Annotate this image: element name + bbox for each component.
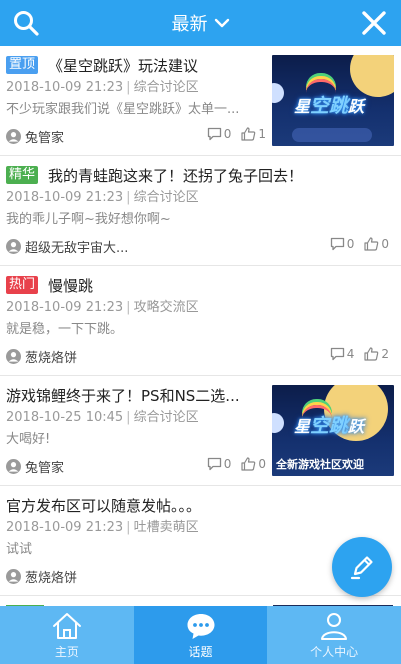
thumbs-up-icon [364,237,379,251]
post-thumbnail[interactable]: 星空跳跃 [272,55,394,146]
search-icon[interactable] [12,9,40,37]
user-icon [6,568,21,584]
chevron-down-icon [214,18,229,28]
comment-count[interactable]: 4 [330,347,354,361]
post-forum: 攻略交流区 [133,300,199,315]
post-time: 21:23 [85,520,124,535]
tab-label: 个人中心 [310,644,359,659]
user-icon [6,238,21,254]
hot-badge: 热门 [6,276,39,294]
tab-topics[interactable]: 话题 [133,606,268,664]
post-time: 21:23 [85,190,124,205]
post-author[interactable]: 超级无敌宇宙大... [25,237,128,256]
pinned-badge: 置顶 [6,56,39,74]
post-author[interactable]: 兔管家 [25,127,64,146]
like-count[interactable]: 1 [241,127,266,141]
post-title: 我的青蛙跑这来了！还拐了兔子回去！ [48,166,304,185]
like-count[interactable]: 0 [241,457,266,471]
post-forum: 吐槽卖萌区 [133,520,199,535]
page-title: 最新 [171,14,208,35]
thumbnail-logo: 星空跳跃 [294,415,365,437]
post-time: 10:45 [85,410,124,425]
post-thumbnail[interactable]: 星空跳跃 全新游戏社区欢迎 [272,385,394,476]
post-forum: 综合讨论区 [133,190,199,205]
featured-badge: 精华 [6,166,39,184]
post-author[interactable]: 兔管家 [25,457,64,476]
post-excerpt: 不少玩家跟我们说《星空跳跃》太单一... [6,102,240,117]
comment-count[interactable]: 0 [207,457,231,471]
bottom-tab-bar: 主页 话题 个人中心 [0,606,401,664]
comment-icon [207,457,221,471]
post-forum: 综合讨论区 [133,80,199,95]
post-date: 2018-10-25 [6,410,82,425]
close-icon[interactable] [361,10,387,36]
tab-label: 主页 [54,644,79,659]
user-icon [6,458,21,474]
post-time: 21:23 [85,300,124,315]
tab-home[interactable]: 主页 [0,606,134,664]
post-excerpt: 我的乖儿子啊~我好想你啊~ [6,212,171,227]
person-icon [321,612,348,640]
thumbs-up-icon [241,127,256,141]
post-item[interactable]: 置顶 《星空跳跃》玩法建议 2018-10-09 21:23 | 综合讨论区 不少玩… [0,46,401,156]
comment-icon [330,237,344,251]
tab-profile[interactable]: 个人中心 [267,606,401,664]
post-forum: 综合讨论区 [133,410,199,425]
thumbs-up-icon [364,347,379,361]
tab-label: 话题 [188,644,213,659]
post-title: 游戏锦鲤终于来了！PS和NS二选... [6,386,240,405]
compose-button[interactable] [332,537,392,597]
top-bar: 最新 [0,0,401,46]
post-excerpt: 就是稳，一下下跳。 [6,322,124,337]
chat-bubble-icon [187,613,214,639]
post-meta: 2018-10-09 21:23 | 攻略交流区 [6,300,199,315]
comment-count[interactable]: 0 [207,127,231,141]
like-count[interactable]: 0 [364,237,389,251]
thumbnail-logo: 星空跳跃 [294,95,365,117]
post-date: 2018-10-09 [6,80,82,95]
home-icon [52,612,81,639]
post-item[interactable]: 游戏锦鲤终于来了！PS和NS二选... 2018-10-25 10:45 | 综合讨… [0,376,401,486]
post-title: 《星空跳跃》玩法建议 [48,56,199,75]
comment-count[interactable]: 0 [330,237,354,251]
post-meta: 2018-10-09 21:23 | 综合讨论区 [6,190,199,205]
user-icon [6,128,21,144]
post-author[interactable]: 葱烧烙饼 [25,567,77,586]
post-item[interactable]: 热门 慢慢跳 2018-10-09 21:23 | 攻略交流区 就是稳，一下下跳。 … [0,266,401,376]
post-date: 2018-10-09 [6,300,82,315]
post-list: 置顶 《星空跳跃》玩法建议 2018-10-09 21:23 | 综合讨论区 不少玩… [0,46,401,606]
post-title: 慢慢跳 [48,276,94,295]
post-item[interactable]: 精华 我的青蛙跑这来了！还拐了兔子回去！ 2018-10-09 21:23 | 综合… [0,156,401,266]
post-author[interactable]: 葱烧烙饼 [25,347,77,366]
post-excerpt: 大喝好! [6,432,51,447]
like-count[interactable]: 2 [364,347,389,361]
sort-dropdown[interactable]: 最新 [172,10,230,36]
post-title: 官方发布区可以随意发帖。。。 [6,496,202,515]
post-date: 2018-10-09 [6,190,82,205]
user-icon [6,348,21,364]
pencil-icon [350,556,373,580]
comment-icon [207,127,221,141]
comment-icon [330,347,344,361]
post-meta: 2018-10-09 21:23 | 吐槽卖萌区 [6,520,199,535]
post-time: 21:23 [85,80,124,95]
post-date: 2018-10-09 [6,520,82,535]
thumbnail-caption: 全新游戏社区欢迎 [276,458,364,471]
thumbs-up-icon [241,457,256,471]
